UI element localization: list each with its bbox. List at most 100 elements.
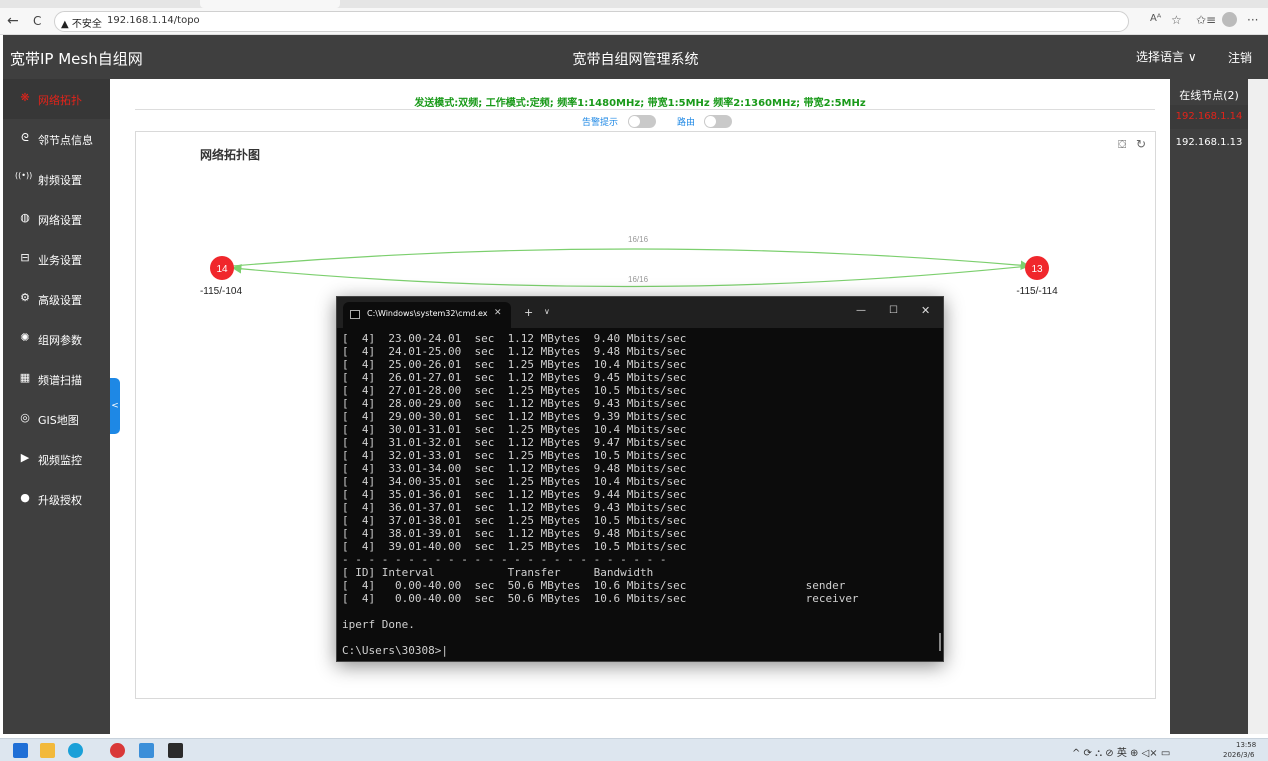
refresh-icon[interactable]: C (33, 13, 41, 29)
terminal-tab[interactable]: C:\Windows\system32\cmd.ex ✕ (343, 302, 511, 328)
route-toggle[interactable] (704, 115, 732, 128)
more-icon[interactable]: ··· (1247, 13, 1258, 27)
clock-time[interactable]: 13:58 (1236, 741, 1256, 749)
new-tab-button[interactable]: + (524, 306, 533, 319)
terminal-line: [ 4] 32.01-33.01 sec 1.25 MBytes 10.5 Mb… (342, 449, 687, 462)
sidebar-item-upgrade-license[interactable]: ● 升级授权 (3, 479, 110, 519)
sidebar-collapse-handle[interactable]: < (110, 378, 120, 434)
sidebar-item-network-settings[interactable]: ◍ 网络设置 (3, 199, 110, 239)
sidebar-item-label: 网络设置 (38, 214, 82, 227)
app-icon[interactable] (110, 743, 125, 758)
sidebar-item-mesh-params[interactable]: ✺ 组网参数 (3, 319, 110, 359)
sidebar-item-label: 组网参数 (38, 334, 82, 347)
sidebar-item-label: GIS地图 (38, 414, 79, 427)
close-button[interactable]: ✕ (921, 304, 930, 317)
node-signal: -115/-104 (200, 286, 243, 297)
profile-avatar[interactable] (1222, 12, 1237, 27)
terminal-output[interactable]: [ 4] 23.00-24.01 sec 1.12 MBytes 9.40 Mb… (342, 332, 932, 657)
cmd-window[interactable]: C:\Windows\system32\cmd.ex ✕ + ∨ — ☐ ✕ [… (336, 296, 944, 662)
clock-date[interactable]: 2026/3/6 (1223, 751, 1254, 759)
antenna-icon: ((•)) (15, 171, 33, 180)
terminal-line: [ 4] 26.01-27.01 sec 1.12 MBytes 9.45 Mb… (342, 371, 687, 384)
sidebar: ❋ 网络拓扑 ᘓ 邻节点信息 ((•)) 射频设置 ◍ 网络设置 ⊟ 业务设置 ⚙ 高级设置… (3, 79, 110, 734)
upgrade-icon: ● (20, 491, 30, 504)
sidebar-item-advanced-settings[interactable]: ⚙ 高级设置 (3, 279, 110, 319)
route-toggle-label: 路由 (677, 118, 696, 128)
edge-browser-icon[interactable] (68, 743, 83, 758)
terminal-scrollbar[interactable] (939, 633, 941, 651)
terminal-line: [ 4] 37.01-38.01 sec 1.25 MBytes 10.5 Mb… (342, 514, 687, 527)
file-explorer-icon[interactable] (40, 743, 55, 758)
node-id: 13 (1031, 264, 1043, 275)
remote-desktop-icon[interactable] (139, 743, 154, 758)
terminal-line: [ 4] 23.00-24.01 sec 1.12 MBytes 9.40 Mb… (342, 332, 687, 345)
node-id: 14 (216, 264, 228, 275)
neighbor-icon: ᘓ (21, 131, 29, 144)
toggle-knob (705, 116, 716, 127)
minimize-button[interactable]: — (856, 305, 866, 316)
logout-button[interactable]: 注销 (1228, 49, 1252, 66)
link-14-to-13[interactable] (232, 248, 1031, 271)
read-aloud-icon[interactable]: Aᴬ (1150, 13, 1161, 24)
language-select-button[interactable]: 选择语言 ∨ (1136, 48, 1197, 65)
system-tray[interactable]: ^ ⟳ ⛬ ⊘ 英 ⊕ ◁× ▭ (1072, 744, 1170, 759)
browser-tab[interactable] (200, 0, 340, 8)
terminal-titlebar[interactable]: C:\Windows\system32\cmd.ex ✕ + ∨ — ☐ ✕ (337, 297, 943, 328)
terminal-line: [ 4] 38.01-39.01 sec 1.12 MBytes 9.48 Mb… (342, 527, 687, 540)
sidebar-item-label: 射频设置 (38, 174, 82, 187)
browser-toolbar: ← C ▲ 不安全 192.168.1.14/topo Aᴬ ☆ ✩≡ ··· (0, 8, 1268, 35)
terminal-line: [ 4] 0.00-40.00 sec 50.6 MBytes 10.6 Mbi… (342, 579, 846, 592)
node-14[interactable]: 14 -115/-104 (200, 256, 243, 297)
terminal-taskbar-icon[interactable] (168, 743, 183, 758)
security-warning[interactable]: ▲ 不安全 (61, 15, 102, 30)
terminal-line: [ 4] 29.00-30.01 sec 1.12 MBytes 9.39 Mb… (342, 410, 687, 423)
sidebar-item-label: 视频监控 (38, 454, 82, 467)
location-icon: ◎ (20, 411, 30, 424)
terminal-line: [ 4] 35.01-36.01 sec 1.12 MBytes 9.44 Mb… (342, 488, 687, 501)
sidebar-item-neighbor-info[interactable]: ᘓ 邻节点信息 (3, 119, 110, 159)
url-text[interactable]: 192.168.1.14/topo (107, 15, 200, 26)
sidebar-item-topology[interactable]: ❋ 网络拓扑 (3, 79, 110, 119)
sidebar-item-gis-map[interactable]: ◎ GIS地图 (3, 399, 110, 439)
toggle-knob (629, 116, 640, 127)
terminal-line: [ ID] Interval Transfer Bandwidth (342, 566, 654, 579)
taskbar: ^ ⟳ ⛬ ⊘ 英 ⊕ ◁× ▭ 13:58 2026/3/6 (0, 738, 1268, 761)
node-13[interactable]: 13 -115/-114 (1016, 256, 1058, 297)
system-title: 宽带自组网管理系统 (572, 52, 699, 68)
terminal-line: - - - - - - - - - - - - - - - - - - - - … (342, 553, 667, 566)
browser-tabstrip (0, 0, 1268, 8)
gear-icon: ⚙ (20, 291, 30, 304)
online-node-item[interactable]: 192.168.1.14 (1170, 105, 1248, 129)
tab-close-icon[interactable]: ✕ (494, 308, 502, 318)
terminal-line: iperf Done. (342, 618, 415, 631)
sidebar-item-rf-settings[interactable]: ((•)) 射频设置 (3, 159, 110, 199)
address-bar[interactable]: ▲ 不安全 192.168.1.14/topo (54, 11, 1129, 32)
tab-dropdown-icon[interactable]: ∨ (544, 307, 550, 316)
collections-icon[interactable]: ✩≡ (1196, 13, 1216, 27)
favorite-icon[interactable]: ☆ (1171, 13, 1182, 27)
sidebar-item-label: 邻节点信息 (38, 134, 93, 147)
sidebar-item-label: 网络拓扑 (38, 94, 82, 107)
online-node-item[interactable]: 192.168.1.13 (1170, 131, 1248, 155)
online-nodes-panel: 在线节点(2) 192.168.1.14 192.168.1.13 (1170, 79, 1268, 734)
terminal-line: [ 4] 28.00-29.00 sec 1.12 MBytes 9.43 Mb… (342, 397, 687, 410)
link-label: 16/16 (628, 275, 649, 284)
alarm-toggle[interactable] (628, 115, 656, 128)
terminal-line: [ 4] 0.00-40.00 sec 50.6 MBytes 10.6 Mbi… (342, 592, 859, 605)
maximize-button[interactable]: ☐ (889, 305, 898, 316)
page-scrollbar[interactable] (1248, 79, 1268, 734)
sidebar-item-label: 升级授权 (38, 494, 82, 507)
terminal-line: [ 4] 39.01-40.00 sec 1.25 MBytes 10.5 Mb… (342, 540, 687, 553)
back-icon[interactable]: ← (7, 13, 19, 29)
sidebar-item-label: 高级设置 (38, 294, 82, 307)
sidebar-item-label: 频谱扫描 (38, 374, 82, 387)
alarm-toggle-label: 告警提示 (582, 118, 619, 128)
sidebar-item-label: 业务设置 (38, 254, 82, 267)
sidebar-item-video-monitor[interactable]: ▶ 视频监控 (3, 439, 110, 479)
start-icon[interactable] (13, 743, 28, 758)
sidebar-item-spectrum-scan[interactable]: ▦ 频谱扫描 (3, 359, 110, 399)
sidebar-item-service-settings[interactable]: ⊟ 业务设置 (3, 239, 110, 279)
app-header: 宽带IP Mesh自组网 宽带自组网管理系统 选择语言 ∨ 注销 (3, 35, 1268, 79)
